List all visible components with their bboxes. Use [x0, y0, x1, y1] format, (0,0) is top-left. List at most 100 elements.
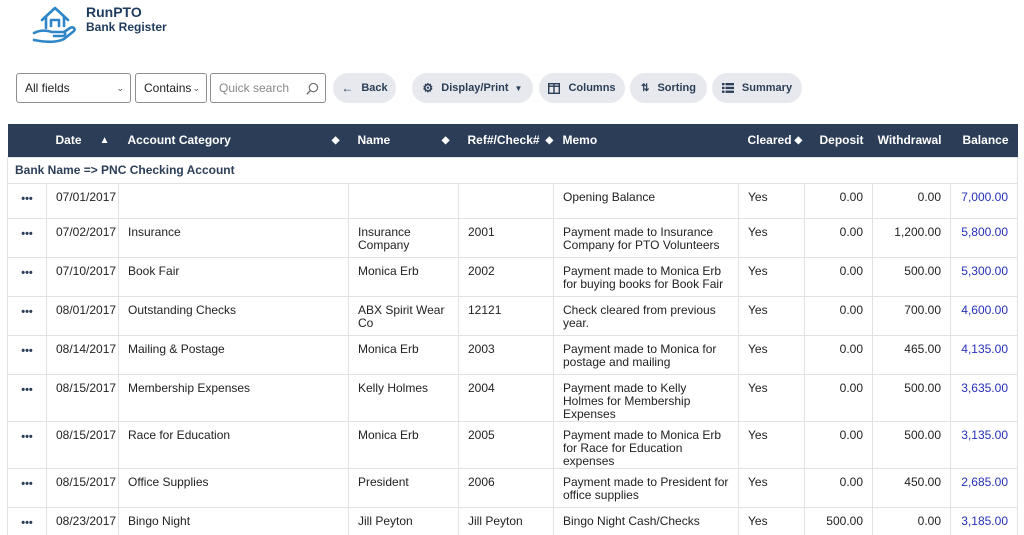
cell-memo: Payment made to Monica Erb for Race for …: [553, 420, 739, 469]
column-header-withdrawal[interactable]: Withdrawal: [872, 124, 951, 157]
cell-name: Jill Peyton: [348, 506, 459, 535]
cell-cleared: Yes: [738, 295, 805, 336]
row-menu-dots-icon[interactable]: •••: [7, 373, 47, 422]
row-menu-dots-icon[interactable]: •••: [7, 256, 47, 297]
field-select[interactable]: All fields ⌄: [16, 73, 131, 103]
cell-balance[interactable]: 4,600.00: [950, 295, 1018, 336]
row-menu-dots-icon[interactable]: •••: [7, 506, 47, 535]
column-header-balance[interactable]: Balance: [950, 124, 1018, 157]
cell-cleared: Yes: [738, 217, 805, 258]
page-title: Bank Register: [86, 20, 167, 34]
row-menu-dots-icon[interactable]: •••: [7, 295, 47, 336]
cell-withdrawal: 0.00: [872, 182, 951, 219]
cell-cleared: Yes: [738, 506, 805, 535]
table-row[interactable]: ••• 07/02/2017 Insurance Insurance Company 2…: [7, 217, 1018, 258]
cell-memo: Payment made to Insurance Company for PT…: [553, 217, 739, 258]
column-header-memo[interactable]: Memo: [553, 124, 739, 157]
back-label: Back: [361, 82, 388, 94]
cell-name: Insurance Company: [348, 217, 459, 258]
table-row[interactable]: ••• 08/15/2017 Race for Education Monica Er…: [7, 420, 1018, 469]
row-menu-dots-icon[interactable]: •••: [7, 467, 47, 508]
back-button[interactable]: ← Back: [333, 73, 396, 103]
table-row[interactable]: ••• 07/10/2017 Book Fair Monica Erb 2002 Paym…: [7, 256, 1018, 297]
sorting-button[interactable]: ⇅ Sorting: [630, 73, 707, 103]
cell-category: Outstanding Checks: [118, 295, 349, 336]
row-menu-dots-icon[interactable]: •••: [7, 420, 47, 469]
search-icon[interactable]: [306, 82, 319, 95]
column-header-category[interactable]: Account Category ◆: [118, 124, 349, 157]
header-label-withdrawal: Withdrawal: [877, 133, 942, 148]
operator-select[interactable]: Contains ⌄: [135, 73, 207, 103]
cell-balance[interactable]: 2,685.00: [950, 467, 1018, 508]
cell-deposit: 0.00: [804, 467, 873, 508]
cell-date: 07/01/2017: [46, 182, 119, 219]
cell-withdrawal: 1,200.00: [872, 217, 951, 258]
cell-deposit: 0.00: [804, 256, 873, 297]
columns-button[interactable]: Columns: [539, 73, 625, 103]
sort-icon: ◆: [794, 134, 803, 146]
cell-ref: 2004: [458, 373, 554, 422]
cell-memo: Payment made to President for office sup…: [553, 467, 739, 508]
table-row[interactable]: ••• 08/15/2017 Office Supplies President 200…: [7, 467, 1018, 508]
cell-memo: Opening Balance: [553, 182, 739, 219]
header-row: Date ▲︎ Account Category ◆ Name ◆ Ref#/Chec…: [7, 124, 1018, 157]
cell-balance[interactable]: 3,135.00: [950, 420, 1018, 469]
cell-cleared: Yes: [738, 373, 805, 422]
search-placeholder: Quick search: [219, 81, 290, 95]
cell-balance[interactable]: 7,000.00: [950, 182, 1018, 219]
cell-balance[interactable]: 3,185.00: [950, 506, 1018, 535]
row-menu-dots-icon[interactable]: •••: [7, 182, 47, 219]
cell-balance[interactable]: 5,800.00: [950, 217, 1018, 258]
cell-date: 08/15/2017: [46, 467, 119, 508]
group-label: Bank Name => PNC Checking Account: [7, 156, 1018, 184]
cell-ref: 2001: [458, 217, 554, 258]
app-name: RunPTO: [86, 4, 142, 20]
summary-button[interactable]: Summary: [712, 73, 802, 103]
cell-category: [118, 182, 349, 219]
display-label: Display/Print: [441, 82, 509, 94]
row-menu-dots-icon[interactable]: •••: [7, 334, 47, 375]
column-header-ref[interactable]: Ref#/Check# ◆: [458, 124, 554, 157]
table-row[interactable]: ••• 08/23/2017 Bingo Night Jill Peyton Jill …: [7, 506, 1018, 535]
cell-deposit: 500.00: [804, 506, 873, 535]
display-print-button[interactable]: ⚙ Display/Print ▼: [412, 73, 533, 103]
column-header-name[interactable]: Name ◆: [348, 124, 459, 157]
sort-icon: ▲︎: [99, 134, 110, 146]
table-row[interactable]: ••• 08/01/2017 Outstanding Checks ABX Spiri…: [7, 295, 1018, 336]
columns-label: Columns: [568, 82, 616, 94]
cell-withdrawal: 700.00: [872, 295, 951, 336]
cell-ref: [458, 182, 554, 219]
cell-withdrawal: 500.00: [872, 420, 951, 469]
cell-memo: Payment made to Kelly Holmes for Members…: [553, 373, 739, 422]
cell-ref: 2005: [458, 420, 554, 469]
cell-cleared: Yes: [738, 256, 805, 297]
cell-ref: 2002: [458, 256, 554, 297]
cell-withdrawal: 465.00: [872, 334, 951, 375]
cell-cleared: Yes: [738, 420, 805, 469]
cell-balance[interactable]: 5,300.00: [950, 256, 1018, 297]
cell-deposit: 0.00: [804, 373, 873, 422]
cell-category: Office Supplies: [118, 467, 349, 508]
table-row[interactable]: ••• 08/15/2017 Membership Expenses Kelly Ho…: [7, 373, 1018, 422]
row-menu-dots-icon[interactable]: •••: [7, 217, 47, 258]
cell-balance[interactable]: 4,135.00: [950, 334, 1018, 375]
column-header-date[interactable]: Date ▲︎: [46, 124, 119, 157]
app-titles: RunPTO Bank Register: [86, 4, 167, 35]
cell-withdrawal: 500.00: [872, 256, 951, 297]
table-row[interactable]: ••• 08/14/2017 Mailing & Postage Monica Erb…: [7, 334, 1018, 375]
cell-memo: Check cleared from previous year.: [553, 295, 739, 336]
table-row[interactable]: ••• 07/01/2017 Opening Balance Yes 0.00 0.00 7…: [7, 182, 1018, 219]
operator-select-value: Contains: [144, 81, 192, 95]
search-input[interactable]: Quick search: [210, 73, 326, 103]
cell-deposit: 0.00: [804, 295, 873, 336]
group-row: Bank Name => PNC Checking Account: [7, 156, 1018, 184]
column-header-cleared[interactable]: Cleared ◆: [738, 124, 805, 157]
column-header-deposit[interactable]: Deposit: [804, 124, 873, 157]
chevron-down-icon: ⌄: [192, 82, 200, 93]
cell-name: [348, 182, 459, 219]
header-label-name: Name: [357, 133, 391, 148]
cell-withdrawal: 0.00: [872, 506, 951, 535]
cell-category: Insurance: [118, 217, 349, 258]
cell-balance[interactable]: 3,635.00: [950, 373, 1018, 422]
header-label-cleared: Cleared: [747, 133, 792, 148]
